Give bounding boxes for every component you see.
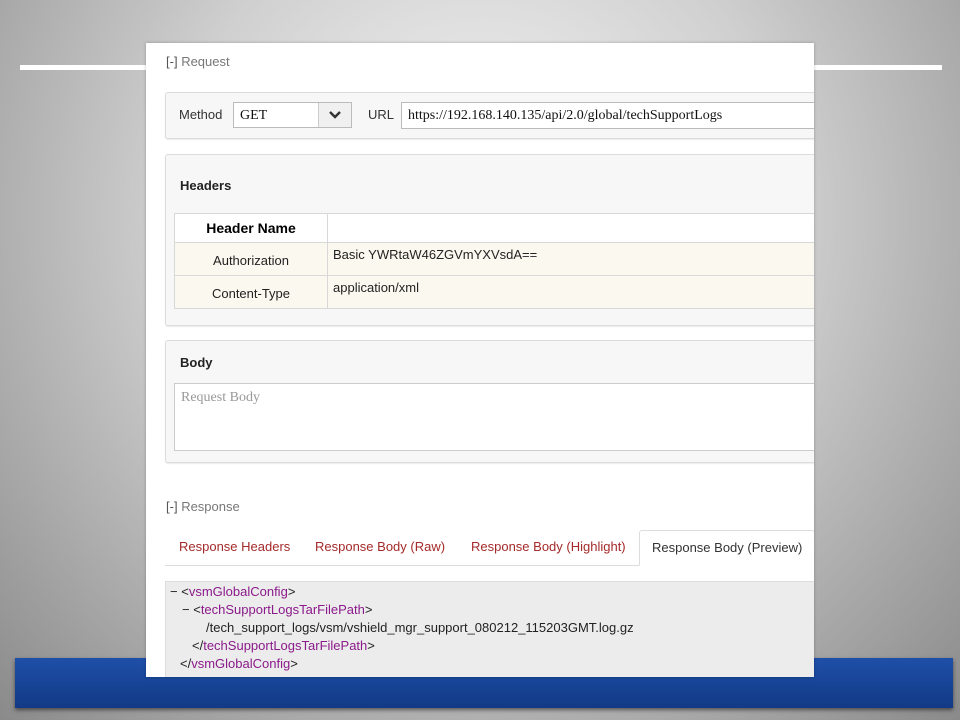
method-select[interactable]: GET [233,102,352,128]
method-label: Method [179,107,223,122]
url-input[interactable]: https://192.168.140.135/api/2.0/global/t… [401,102,814,129]
tab-response-body-preview[interactable]: Response Body (Preview) [639,530,814,566]
xml-tag: vsmGlobalConfig [191,656,291,671]
header-value-cell[interactable]: application/xml [327,275,814,309]
decorative-line-right [810,65,942,70]
header-value-column: H [327,213,814,243]
rest-client-screenshot: [-] Request Method GET URL https://192.1… [146,43,814,677]
xml-tag: vsmGlobalConfig [188,584,288,599]
response-tabs: Response Headers Response Body (Raw) Res… [165,530,814,566]
xml-tag: techSupportLogsTarFilePath [200,602,365,617]
response-collapse-toggle[interactable]: [-] [166,499,178,514]
header-name-column: Header Name [174,213,328,243]
method-url-panel: Method GET URL https://192.168.140.135/a… [165,92,814,139]
response-title: Response [181,499,240,514]
url-label: URL [368,107,395,122]
body-title: Body [180,355,213,370]
tab-response-body-highlight[interactable]: Response Body (Highlight) [459,530,638,564]
xml-child-open[interactable]: − <techSupportLogsTarFilePath> [182,602,372,617]
chevron-down-icon[interactable] [318,103,351,127]
header-name-cell[interactable]: Authorization [174,242,328,276]
method-value: GET [240,108,268,123]
response-section-title[interactable]: [-] Response [166,499,240,514]
xml-root-open[interactable]: − <vsmGlobalConfig> [170,584,295,599]
tab-response-body-raw[interactable]: Response Body (Raw) [303,530,457,564]
table-row[interactable]: Authorization Basic YWRtaW46ZGVmYXVsdA== [174,242,814,276]
xml-text-value: /tech_support_logs/vsm/vshield_mgr_suppo… [206,620,634,635]
headers-table: Header Name H Authorization Basic YWRtaW… [174,213,814,309]
table-row[interactable]: Content-Type application/xml [174,275,814,309]
xml-tag: techSupportLogsTarFilePath [203,638,368,653]
request-collapse-toggle[interactable]: [-] [166,54,178,69]
headers-title: Headers [180,178,232,193]
tab-response-headers[interactable]: Response Headers [167,530,302,564]
response-preview-pane: − <vsmGlobalConfig> − <techSupportLogsTa… [165,581,814,677]
header-name-cell[interactable]: Content-Type [174,275,328,309]
body-panel: Body Request Body [165,340,814,463]
xml-child-close: </techSupportLogsTarFilePath> [192,638,375,653]
collapse-toggle[interactable]: − [170,584,178,599]
xml-root-close: </vsmGlobalConfig> [180,656,298,671]
request-title: Request [181,54,230,69]
decorative-line-left [20,65,150,70]
request-body-textarea[interactable]: Request Body [174,383,814,451]
request-section-title[interactable]: [-] Request [166,54,230,69]
headers-panel: Headers Header Name H Authorization Basi… [165,154,814,326]
header-value-cell[interactable]: Basic YWRtaW46ZGVmYXVsdA== [327,242,814,276]
collapse-toggle[interactable]: − [182,602,190,617]
headers-table-header-row: Header Name H [174,213,814,243]
